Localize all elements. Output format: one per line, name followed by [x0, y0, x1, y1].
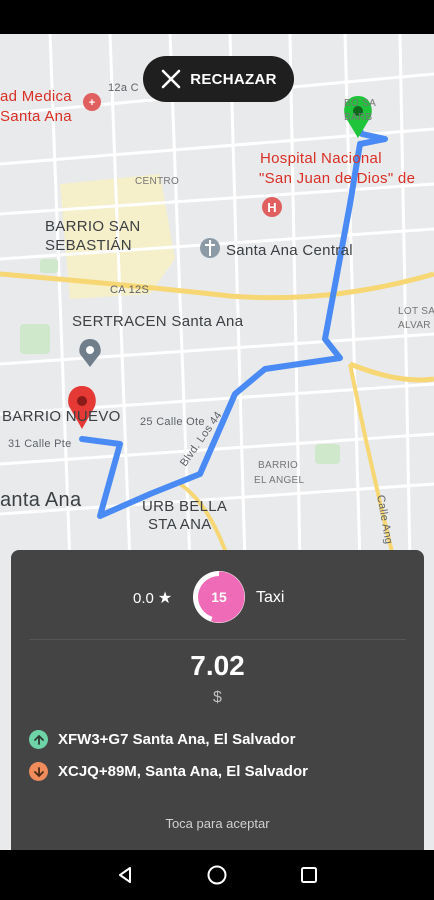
map-label-santa-ana-city: anta Ana: [0, 489, 82, 511]
destination-address-row: XCJQ+89M, Santa Ana, El Salvador: [29, 762, 308, 781]
arrow-up-icon: [29, 730, 48, 749]
svg-text:H: H: [267, 200, 276, 215]
map-label-street-12a: 12a C: [108, 82, 139, 94]
origin-address-row: XFW3+G7 Santa Ana, El Salvador: [29, 730, 295, 749]
map-label-santa-ana-central: Santa Ana Central: [226, 242, 353, 259]
reject-button-label: RECHAZAR: [190, 70, 277, 88]
map-label-bo-santa-1: BO SA: [344, 98, 377, 109]
recents-square-icon: [301, 867, 317, 883]
recents-button[interactable]: [284, 850, 334, 900]
map-label-santa-ana-top: Santa Ana: [0, 108, 72, 125]
map-label-bo-santa-2: BARB: [344, 112, 373, 123]
driver-rating: 0.0 ★: [133, 588, 172, 608]
status-bar: [0, 0, 434, 34]
map-label-lot-sa-2: ALVAR: [398, 320, 431, 331]
map-label-barrio-angel-2: EL ANGEL: [254, 475, 305, 486]
back-button[interactable]: [100, 850, 150, 900]
divider: [29, 639, 406, 640]
reject-button[interactable]: RECHAZAR: [143, 56, 294, 102]
map-label-barrio-angel-1: BARRIO: [258, 460, 299, 471]
origin-address: XFW3+G7 Santa Ana, El Salvador: [58, 731, 296, 748]
arrow-down-icon: [29, 762, 48, 781]
map-label-urb-bella-2: STA ANA: [148, 516, 212, 533]
map-label-centro: CENTRO: [135, 176, 180, 187]
map-label-unidad-medica: ad Medica: [0, 88, 72, 105]
android-nav-bar: [0, 850, 434, 900]
back-triangle-icon: [119, 867, 131, 883]
map-label-sertracen: SERTRACEN Santa Ana: [72, 313, 244, 330]
map-label-barrio-san-1: BARRIO SAN: [45, 218, 141, 235]
home-circle-icon: [207, 865, 227, 885]
fare-amount: 7.02: [190, 650, 245, 681]
map-label-urb-bella-1: URB BELLA: [142, 498, 228, 515]
map-label-barrio-nuevo: BARRIO NUEVO: [2, 408, 121, 425]
fare-currency: $: [213, 689, 222, 706]
map-label-calle-31: 31 Calle Pte: [8, 438, 72, 450]
trip-summary-row: 0.0 ★ 15 Taxi: [11, 566, 424, 632]
vehicle-type: Taxi: [256, 589, 285, 606]
map-label-hospital-1: Hospital Nacional: [260, 150, 382, 167]
map-label-hospital-2: "San Juan de Dios" de: [259, 170, 416, 187]
home-button[interactable]: [192, 850, 242, 900]
tap-to-accept-hint[interactable]: Toca para aceptar: [11, 816, 424, 831]
trip-request-panel[interactable]: 0.0 ★ 15 Taxi 7.02 $ XFW3+G7 Santa Ana, …: [11, 550, 424, 850]
star-icon: ★: [157, 590, 173, 607]
countdown-seconds: 15: [211, 589, 227, 605]
map-label-barrio-san-2: SEBASTIÁN: [45, 237, 132, 254]
close-icon: [161, 69, 181, 89]
rating-value: 0.0: [133, 589, 154, 607]
map-label-ca12s: CA 12S: [110, 284, 150, 296]
svg-text:+: +: [89, 97, 95, 109]
destination-address: XCJQ+89M, Santa Ana, El Salvador: [58, 763, 308, 780]
map-label-calle-25: 25 Calle Ote: [140, 416, 205, 428]
map-label-lot-sa-1: LOT SA: [398, 306, 434, 317]
